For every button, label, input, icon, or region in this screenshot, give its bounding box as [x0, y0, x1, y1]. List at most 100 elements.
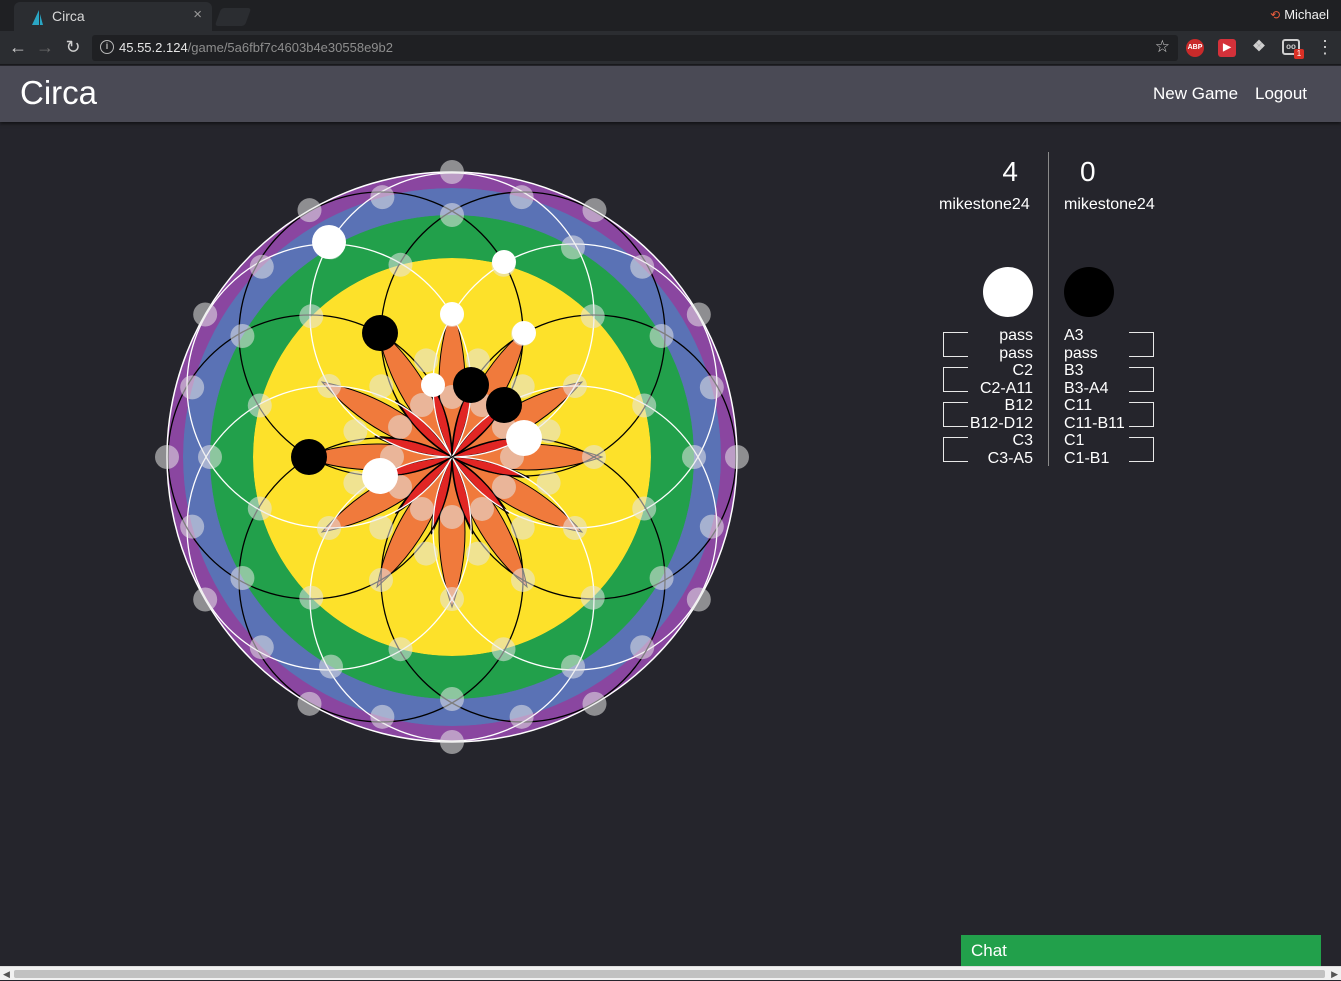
tab-title: Circa [52, 8, 85, 24]
scroll-thumb[interactable] [14, 970, 1325, 978]
dropbox-icon[interactable]: ❖ [1250, 39, 1268, 57]
profile-button[interactable]: ⟲ Michael [1270, 7, 1329, 22]
intersection-point [561, 654, 585, 679]
game-board[interactable] [150, 152, 756, 758]
back-icon[interactable]: ← [7, 36, 29, 58]
move-entry: C11-B11 [1064, 414, 1125, 432]
intersection-point [699, 375, 724, 400]
intersection-point [370, 704, 395, 729]
browser-menu-icon[interactable]: ⋮ [1316, 37, 1334, 58]
horizontal-scrollbar[interactable]: ◀ ▶ [0, 966, 1341, 980]
intersection-point [388, 252, 413, 277]
chat-bar[interactable]: Chat [961, 935, 1321, 966]
score-panel: 4 0 mikestone24 mikestone24 pass pass C2… [930, 150, 1170, 470]
logout-link[interactable]: Logout [1255, 84, 1307, 104]
intersection-point [582, 198, 607, 223]
intersection-point [582, 691, 607, 716]
move-entry: pass [1064, 344, 1098, 362]
panel-divider [1048, 152, 1049, 466]
intersection-point [369, 374, 394, 399]
intersection-point [491, 637, 516, 662]
intersection-point [249, 635, 274, 660]
intersection-point [414, 541, 439, 566]
new-tab-button[interactable] [214, 8, 252, 26]
move-bracket [943, 437, 968, 462]
extension-badge: 1 [1294, 49, 1304, 59]
reload-icon[interactable]: ↻ [62, 36, 84, 58]
black-stone [362, 315, 398, 351]
app-brand[interactable]: Circa [20, 74, 97, 112]
move-entry: C11 [1064, 397, 1093, 414]
intersection-point [247, 393, 272, 418]
intersection-point [465, 541, 490, 566]
intersection-point [632, 496, 657, 521]
intersection-point [511, 567, 535, 592]
browser-toolbar: ← → ↻ i 45.55.2.124/game/5a6fbf7c4603b4e… [0, 31, 1341, 65]
info-icon[interactable]: i [100, 40, 114, 54]
intersection-point [470, 496, 494, 521]
app-navbar: Circa New Game Logout [0, 66, 1341, 122]
intersection-point [180, 375, 205, 400]
url-text: 45.55.2.124/game/5a6fbf7c4603b4e30558e9b… [119, 40, 393, 55]
new-game-link[interactable]: New Game [1153, 84, 1238, 104]
move-entry: C1-B1 [1064, 449, 1110, 467]
intersection-point [319, 654, 343, 679]
intersection-point [388, 637, 413, 662]
white-stone [492, 250, 516, 274]
close-tab-icon[interactable]: × [193, 6, 202, 23]
intersection-point [440, 587, 464, 611]
white-stone [440, 302, 464, 326]
browser-tab-bar: Circa × ⟲ Michael [0, 0, 1341, 31]
scroll-left-icon[interactable]: ◀ [3, 967, 10, 981]
move-entry: C2-A11 [979, 379, 1033, 397]
white-stone [512, 321, 536, 345]
intersection-point [247, 496, 272, 521]
intersection-point [230, 324, 255, 348]
intersection-point [193, 587, 218, 612]
intersection-point [410, 496, 434, 521]
intersection-point [682, 445, 706, 469]
intersection-point [562, 516, 587, 540]
black-stone [486, 387, 522, 423]
intersection-point [193, 302, 218, 327]
intersection-point [440, 687, 464, 711]
move-entry: C3 [1012, 432, 1033, 449]
white-stone [421, 373, 445, 397]
black-score: 0 [1080, 156, 1096, 187]
scroll-right-icon[interactable]: ▶ [1331, 967, 1338, 981]
move-entry: pass [999, 344, 1033, 362]
browser-tab[interactable]: Circa × [14, 2, 212, 31]
intersection-point [630, 254, 655, 279]
intersection-point [317, 374, 342, 398]
intersection-point [686, 587, 711, 612]
white-score: 4 [1002, 156, 1018, 187]
circa-favicon-icon [32, 10, 43, 25]
intersection-point [649, 566, 674, 590]
white-move-list: pass pass C2 C2-A11 B12 B12-D12 C3 C3-A5 [970, 327, 1033, 467]
intersection-point [562, 374, 587, 398]
intersection-point [299, 585, 324, 610]
intersection-point [561, 235, 585, 260]
white-player-name: mikestone24 [939, 196, 1030, 213]
intersection-point [198, 445, 222, 469]
intersection-point [580, 585, 605, 610]
move-bracket [943, 367, 968, 392]
address-bar[interactable]: i 45.55.2.124/game/5a6fbf7c4603b4e30558e… [92, 35, 1178, 61]
intersection-point [649, 324, 674, 348]
move-bracket [1129, 437, 1154, 462]
forward-icon[interactable]: → [34, 36, 56, 58]
intersection-point [299, 304, 324, 329]
intersection-point [440, 203, 464, 227]
move-entry: C1 [1064, 432, 1085, 449]
intersection-point [536, 470, 561, 495]
white-stone-indicator [983, 267, 1033, 317]
adblock-icon[interactable]: ABP [1186, 39, 1204, 57]
move-entry: pass [999, 327, 1033, 344]
intersection-point [249, 254, 274, 279]
bookmark-star-icon[interactable]: ☆ [1155, 37, 1170, 57]
black-player-name: mikestone24 [1064, 196, 1155, 213]
profile-name: Michael [1284, 7, 1329, 22]
extension-red-icon[interactable]: ▶ [1218, 39, 1236, 57]
intersection-point [509, 704, 534, 729]
intersection-point [343, 419, 368, 444]
